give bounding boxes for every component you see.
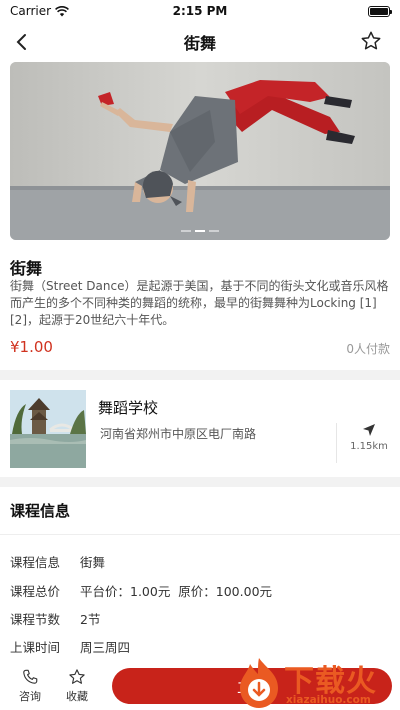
info-value: 周三周四 — [80, 640, 131, 655]
flame-logo-icon — [240, 658, 278, 708]
breakdancer-photo — [10, 62, 390, 240]
info-row: 课程信息 街舞 — [10, 552, 105, 571]
consult-button[interactable]: 咨询 — [12, 668, 48, 704]
star-icon — [361, 31, 381, 50]
carousel-indicator — [10, 230, 390, 232]
section-divider — [0, 477, 400, 487]
paid-count: 0人付款 — [346, 342, 390, 356]
section-divider — [0, 370, 400, 380]
watermark-logo: 下载火 xiazaihuo.com — [236, 656, 398, 710]
nav-bar: 街舞 — [0, 22, 400, 62]
info-value: 2节 — [80, 612, 101, 627]
school-distance: 1.15km — [350, 441, 388, 452]
info-label: 课程信息 — [10, 555, 61, 570]
favorite-bottom-button[interactable]: 收藏 — [59, 668, 95, 704]
chevron-left-icon — [16, 34, 26, 50]
watermark-url: xiazaihuo.com — [286, 694, 371, 706]
favorite-button[interactable] — [360, 30, 384, 54]
course-info-heading: 课程信息 — [10, 502, 71, 520]
page-title: 街舞 — [183, 34, 216, 53]
course-description: 街舞（Street Dance）是起源于美国，基于不同的街头文化或音乐风格而产生… — [10, 279, 389, 327]
carousel-dot — [209, 230, 219, 232]
favorite-label: 收藏 — [66, 690, 88, 703]
phone-icon — [23, 669, 38, 684]
school-thumbnail — [10, 390, 86, 468]
info-value: 街舞 — [80, 555, 106, 570]
school-photo — [10, 390, 86, 468]
info-row: 课程总价 平台价：1.00元 原价：100.00元 — [10, 581, 272, 600]
course-price: ¥1.00 — [10, 338, 53, 356]
course-banner-image[interactable] — [10, 62, 390, 240]
info-row: 课程节数 2节 — [10, 609, 100, 628]
navigate-button[interactable]: 1.15km — [344, 423, 394, 465]
star-icon — [69, 669, 85, 684]
info-label: 课程总价 — [10, 584, 61, 599]
info-label: 课程节数 — [10, 612, 61, 627]
back-button[interactable] — [6, 26, 36, 58]
school-divider — [336, 423, 337, 463]
carousel-dot — [181, 230, 191, 232]
status-bar: Carrier 2:15 PM — [0, 0, 400, 22]
info-value: 平台价：1.00元 原价：100.00元 — [80, 584, 273, 599]
info-row: 上课时间 周三周四 — [10, 637, 130, 656]
battery-icon — [368, 5, 392, 17]
info-label: 上课时间 — [10, 640, 61, 655]
school-address: 河南省郑州市中原区电厂南路 — [100, 427, 257, 441]
course-title: 街舞 — [10, 259, 43, 278]
school-card[interactable]: 舞蹈学校 河南省郑州市中原区电厂南路 1.15km — [0, 381, 400, 477]
consult-label: 咨询 — [19, 690, 41, 703]
school-name: 舞蹈学校 — [98, 399, 159, 417]
carousel-dot-active — [195, 230, 205, 232]
info-divider — [0, 534, 400, 535]
location-arrow-icon — [363, 424, 375, 436]
status-time: 2:15 PM — [172, 4, 228, 18]
